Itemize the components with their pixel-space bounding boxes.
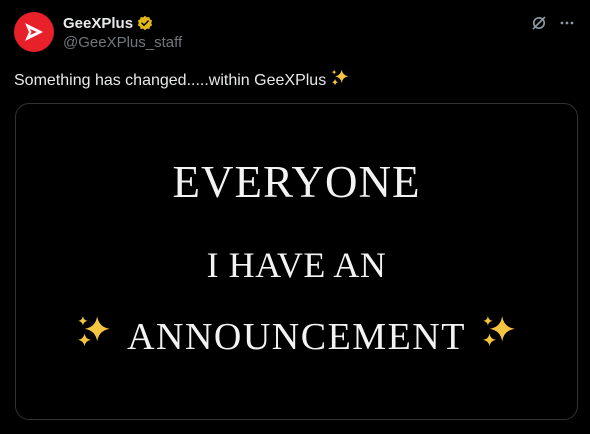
sparkles-icon xyxy=(75,313,113,361)
more-icon[interactable] xyxy=(558,14,576,32)
announcement-word: ANNOUNCEMENT xyxy=(127,316,466,358)
tweet-body: Something has changed.....within GeeXPlu… xyxy=(14,71,327,89)
display-name[interactable]: GeeXPlus xyxy=(63,15,133,32)
tweet-text: Something has changed.....within GeeXPlu… xyxy=(14,68,350,93)
author-info: GeeXPlus @GeeXPlus_staff xyxy=(63,13,182,52)
media-line-announcement: ANNOUNCEMENT xyxy=(16,313,577,361)
verified-badge-icon xyxy=(137,15,153,31)
tweet-media-image[interactable]: EVERYONE I HAVE AN ANNOUNCEMENT xyxy=(15,103,578,420)
sparkles-icon xyxy=(480,313,518,361)
grok-icon[interactable] xyxy=(530,14,548,32)
geexplus-logo-icon xyxy=(25,23,43,41)
media-line-i-have-an: I HAVE AN xyxy=(206,245,387,285)
avatar[interactable] xyxy=(14,12,54,52)
handle[interactable]: @GeeXPlus_staff xyxy=(63,34,182,51)
media-line-everyone: EVERYONE xyxy=(172,157,421,207)
sparkles-icon xyxy=(330,68,350,93)
tweet-actions xyxy=(530,14,576,32)
